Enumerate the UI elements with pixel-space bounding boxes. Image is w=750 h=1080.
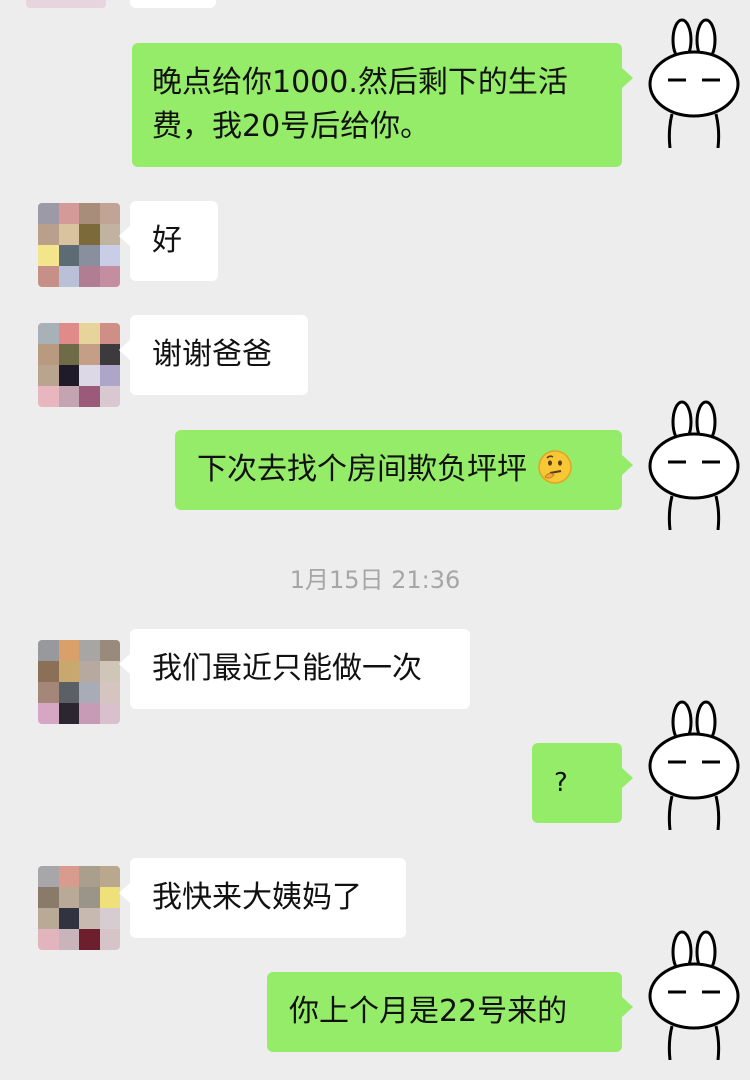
message-text: 谢谢爸爸 — [152, 337, 272, 372]
self-avatar-rabbit-icon[interactable] — [640, 700, 750, 830]
message-text-line-2: 费，我20号后给你。 — [152, 109, 431, 144]
message-text: ? — [554, 768, 568, 798]
self-avatar-rabbit-icon[interactable] — [640, 18, 750, 148]
message-text: 你上个月是22号来的 — [289, 994, 568, 1029]
message-bubble-incoming[interactable]: 我们最近只能做一次 — [119, 629, 470, 709]
contact-avatar[interactable] — [38, 640, 120, 724]
message-text: 我快来大姨妈了 — [152, 880, 362, 915]
cropped-avatar-top — [26, 0, 106, 8]
message-bubble-outgoing[interactable]: ? — [532, 743, 633, 823]
message-text: 我们最近只能做一次 — [152, 651, 422, 686]
contact-avatar[interactable] — [38, 323, 120, 407]
message-bubble-outgoing[interactable]: 下次去找个房间欺负坪坪 — [175, 430, 633, 510]
contact-avatar[interactable] — [38, 866, 120, 950]
message-text: 好 — [152, 223, 182, 258]
message-bubble-incoming[interactable]: 好 — [119, 201, 218, 281]
cropped-bubble-top — [130, 0, 216, 8]
message-bubble-incoming[interactable]: 我快来大姨妈了 — [119, 858, 406, 938]
message-text-line-1: 晚点给你1000.然后剩下的生活 — [152, 65, 568, 100]
message-bubble-outgoing[interactable]: 你上个月是22号来的 — [267, 972, 633, 1052]
chat-timestamp: 1月15日 21:36 — [289, 566, 461, 594]
message-text: 下次去找个房间欺负坪坪 — [197, 452, 527, 487]
thinking-face-emoji-icon — [537, 450, 572, 484]
contact-avatar[interactable] — [38, 203, 120, 287]
self-avatar-rabbit-icon[interactable] — [640, 930, 750, 1060]
message-bubble-outgoing[interactable]: 晚点给你1000.然后剩下的生活 费，我20号后给你。 — [132, 43, 633, 167]
message-bubble-incoming[interactable]: 谢谢爸爸 — [119, 315, 308, 395]
self-avatar-rabbit-icon[interactable] — [640, 400, 750, 530]
